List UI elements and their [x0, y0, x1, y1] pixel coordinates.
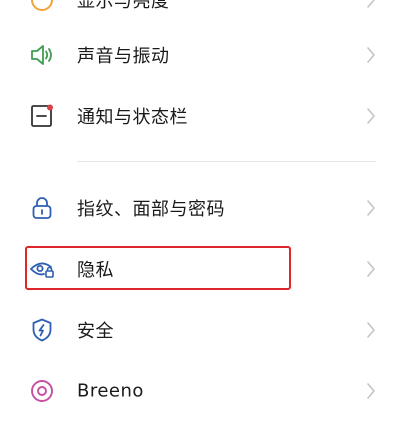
chevron-right-icon — [366, 260, 376, 278]
settings-item-label: 声音与振动 — [77, 46, 170, 67]
breeno-icon — [29, 378, 55, 404]
chevron-right-icon — [366, 321, 376, 339]
display-brightness-icon — [29, 0, 55, 13]
chevron-right-icon — [366, 382, 376, 400]
chevron-right-icon — [366, 199, 376, 217]
chevron-right-icon — [366, 0, 376, 9]
settings-item-label: 安全 — [77, 321, 114, 342]
highlight-box — [25, 246, 291, 290]
chevron-right-icon — [366, 107, 376, 125]
settings-screen: 显示与亮度 声音与振动 通知与状态栏 指纹、面部与密码 隐私 安全 Breeno — [0, 0, 402, 422]
settings-item-security[interactable]: 安全 — [0, 300, 402, 360]
lock-icon — [29, 195, 55, 221]
settings-item-label: 显示与亮度 — [77, 0, 170, 12]
settings-item-label: 指纹、面部与密码 — [77, 199, 225, 220]
settings-item-label: Breeno — [77, 380, 144, 402]
settings-item-label: 通知与状态栏 — [77, 107, 188, 128]
notification-icon — [29, 103, 55, 129]
speaker-icon — [29, 42, 55, 68]
shield-icon — [29, 317, 55, 343]
settings-item-biometrics[interactable]: 指纹、面部与密码 — [0, 178, 402, 238]
settings-item-notification[interactable]: 通知与状态栏 — [0, 86, 402, 146]
chevron-right-icon — [366, 46, 376, 64]
settings-item-sound[interactable]: 声音与振动 — [0, 25, 402, 85]
settings-item-breeno[interactable]: Breeno — [0, 361, 402, 421]
section-divider — [77, 161, 376, 162]
